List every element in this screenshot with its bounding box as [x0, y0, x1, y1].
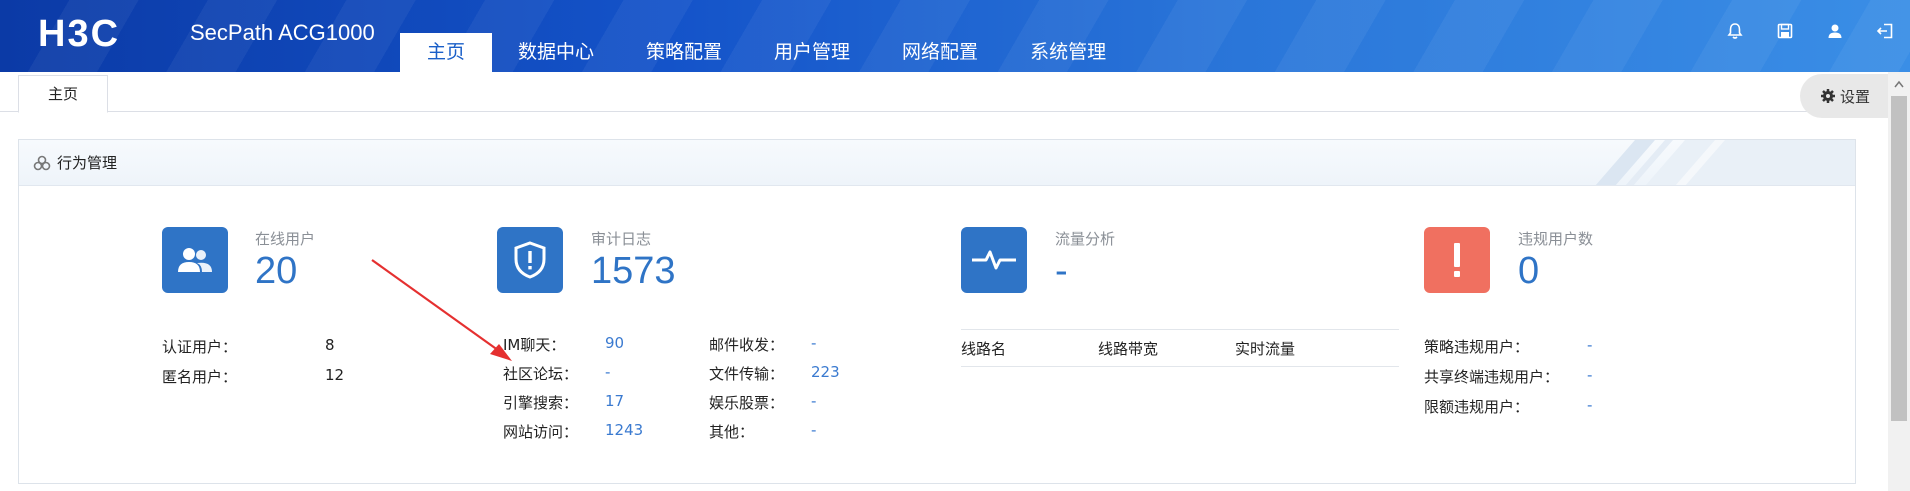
panel-header: 行为管理	[19, 140, 1855, 186]
vertical-scrollbar[interactable]	[1888, 72, 1910, 491]
cubes-icon	[33, 155, 51, 171]
settings-button[interactable]: 设置	[1800, 74, 1890, 118]
online-users-value: 20	[255, 250, 298, 292]
h3c-logo: H3C	[38, 14, 120, 50]
email-value[interactable]: -	[811, 334, 816, 352]
auth-users-value: 8	[325, 336, 335, 354]
tab-home[interactable]: 主页	[18, 75, 108, 113]
traffic-analysis-icon	[961, 227, 1027, 293]
behavior-management-panel: 行为管理 在线用户 20 认证用户： 8 匿名用户： 12 审计日志 1573 …	[18, 139, 1856, 484]
shared-terminal-violation-value[interactable]: -	[1587, 366, 1592, 384]
shared-terminal-violation-label: 共享终端违规用户：	[1424, 368, 1560, 386]
traffic-analysis-label: 流量分析	[1055, 230, 1116, 248]
policy-violation-value[interactable]: -	[1587, 336, 1592, 354]
search-engine-label: 引擎搜索：	[503, 394, 579, 412]
top-header: H3C SecPath ACG1000 主页 数据中心 策略配置 用户管理 网络…	[0, 0, 1910, 72]
online-users-icon	[162, 227, 228, 293]
anon-users-label: 匿名用户：	[162, 368, 238, 386]
header-decoration	[1595, 140, 1855, 185]
violation-users-label: 违规用户数	[1518, 230, 1594, 248]
traffic-analysis-value: -	[1055, 250, 1068, 292]
auth-users-label: 认证用户：	[162, 338, 238, 356]
nav-network-config[interactable]: 网络配置	[876, 33, 1004, 72]
quota-violation-label: 限额违规用户：	[1424, 398, 1530, 416]
violation-users-value: 0	[1518, 250, 1540, 292]
gear-icon	[1820, 89, 1835, 103]
logout-icon[interactable]	[1860, 16, 1910, 46]
product-name: SecPath ACG1000	[190, 20, 375, 45]
nav-data-center[interactable]: 数据中心	[492, 33, 620, 72]
search-engine-value[interactable]: 17	[605, 392, 624, 410]
quota-violation-value[interactable]: -	[1587, 396, 1592, 414]
web-access-label: 网站访问：	[503, 423, 579, 441]
tab-bar: 主页	[0, 72, 1888, 113]
nav-user-management[interactable]: 用户管理	[748, 33, 876, 72]
bell-icon[interactable]	[1710, 16, 1760, 46]
traffic-table-header: 线路名 线路带宽 实时流量	[961, 329, 1399, 367]
save-icon[interactable]	[1760, 16, 1810, 46]
email-label: 邮件收发：	[709, 336, 785, 354]
scrollbar-thumb[interactable]	[1891, 96, 1907, 421]
nav-policy-config[interactable]: 策略配置	[620, 33, 748, 72]
settings-label: 设置	[1839, 87, 1870, 106]
main-nav: 主页 数据中心 策略配置 用户管理 网络配置 系统管理	[400, 33, 1132, 72]
panel-title-text: 行为管理	[57, 154, 118, 172]
column-line-name: 线路名	[961, 340, 1007, 358]
forum-value[interactable]: -	[605, 363, 610, 381]
audit-log-label: 审计日志	[591, 230, 652, 248]
nav-home[interactable]: 主页	[400, 33, 492, 72]
panel-title: 行为管理	[33, 140, 118, 185]
entertainment-label: 娱乐股票：	[709, 394, 785, 412]
im-chat-value[interactable]: 90	[605, 334, 624, 352]
column-realtime-traffic: 实时流量	[1235, 340, 1296, 358]
header-toolbar	[1710, 16, 1910, 46]
policy-violation-label: 策略违规用户：	[1424, 338, 1530, 356]
other-value[interactable]: -	[811, 421, 816, 439]
violation-alert-icon	[1424, 227, 1490, 293]
svg-text:H3C: H3C	[38, 14, 120, 50]
web-access-value[interactable]: 1243	[605, 421, 643, 439]
file-transfer-value[interactable]: 223	[811, 363, 840, 381]
scroll-up-arrow-icon[interactable]	[1888, 80, 1910, 94]
file-transfer-label: 文件传输：	[709, 365, 785, 383]
nav-system-management[interactable]: 系统管理	[1004, 33, 1132, 72]
audit-log-value: 1573	[591, 250, 676, 292]
user-icon[interactable]	[1810, 16, 1860, 46]
column-line-bandwidth: 线路带宽	[1098, 340, 1159, 358]
online-users-label: 在线用户	[255, 230, 316, 248]
annotation-arrow-icon	[371, 259, 512, 361]
anon-users-value: 12	[325, 366, 345, 384]
other-label: 其他：	[709, 423, 755, 441]
entertainment-value[interactable]: -	[811, 392, 816, 410]
